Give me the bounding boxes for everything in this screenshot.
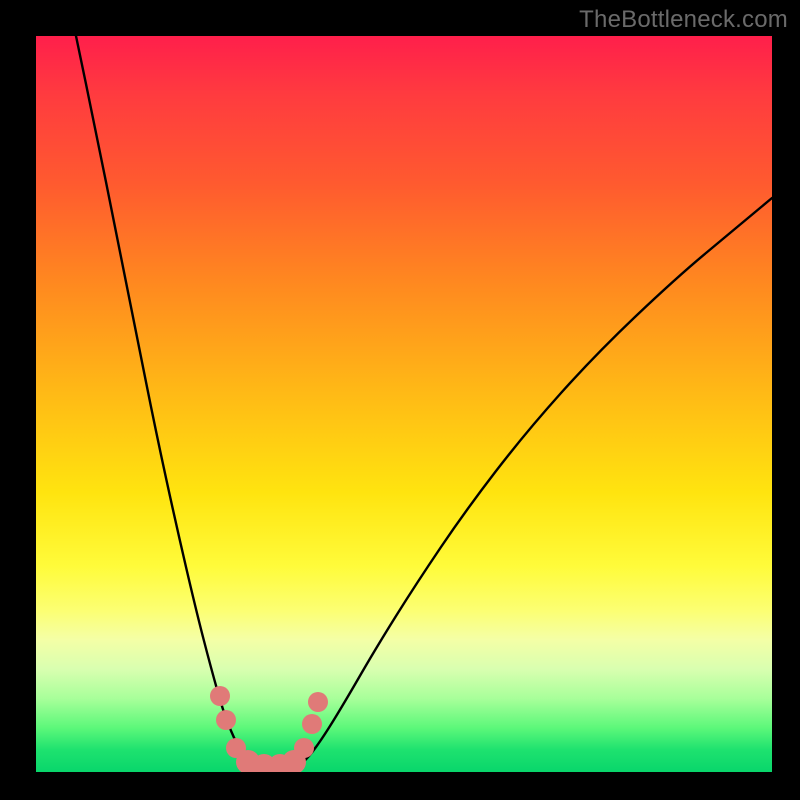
marker-dot: [210, 686, 230, 706]
marker-layer: [210, 686, 328, 772]
marker-dot: [294, 738, 314, 758]
chart-svg: [36, 36, 772, 772]
series-right-curve: [296, 198, 772, 768]
marker-dot: [302, 714, 322, 734]
watermark-text: TheBottleneck.com: [579, 6, 788, 34]
curve-layer: [76, 36, 772, 770]
plot-area: [36, 36, 772, 772]
marker-dot: [308, 692, 328, 712]
marker-dot: [216, 710, 236, 730]
series-left-curve: [76, 36, 250, 764]
outer-frame: TheBottleneck.com: [0, 0, 800, 800]
